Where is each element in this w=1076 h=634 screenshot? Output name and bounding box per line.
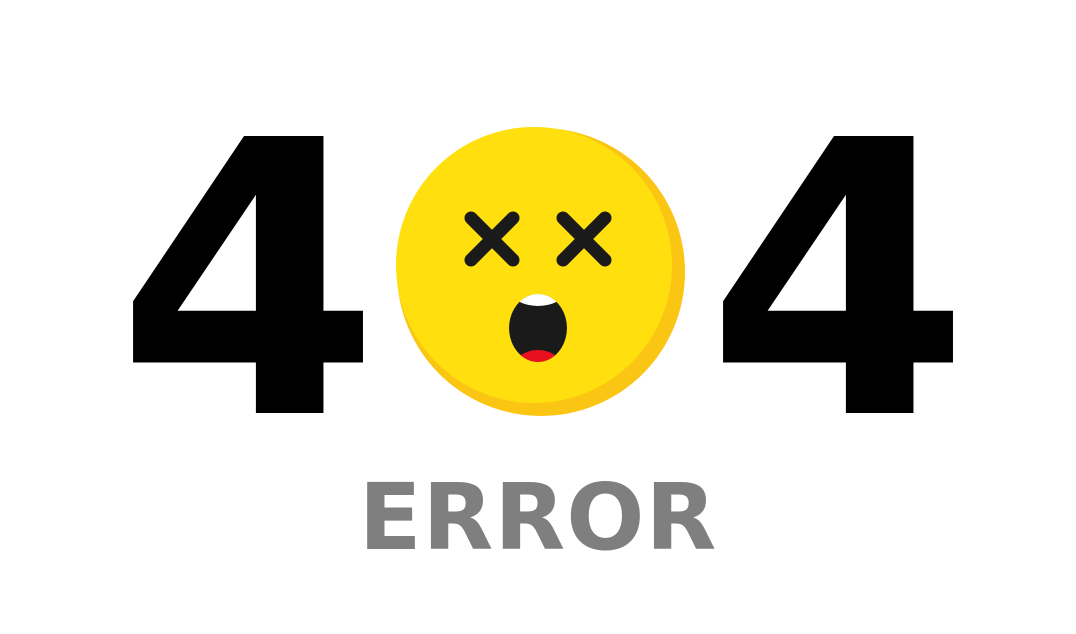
error-label: ERROR	[358, 464, 718, 571]
digit-four-right: 4	[706, 60, 971, 503]
digit-four-left: 4	[116, 60, 381, 503]
dizzy-face-icon	[396, 127, 685, 416]
